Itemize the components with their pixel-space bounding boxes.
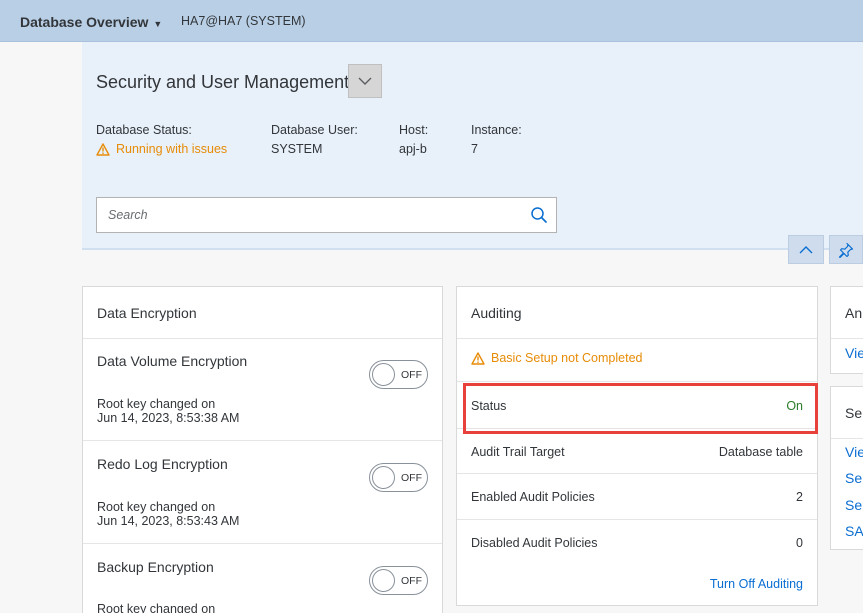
audit-trail-target-row: Audit Trail Target Database table — [457, 429, 817, 475]
divider — [457, 338, 817, 339]
attr-label: Instance: — [471, 123, 522, 137]
note-date: Jun 14, 2023, 8:53:38 AM — [97, 411, 240, 425]
toggle-label: OFF — [401, 472, 422, 484]
card-link[interactable]: SA — [845, 523, 863, 539]
divider — [831, 338, 863, 339]
status-value: Running with issues — [96, 142, 227, 156]
card-title: An — [845, 305, 863, 321]
note-line: Root key changed on — [97, 602, 216, 613]
card-link[interactable]: Se — [845, 497, 862, 513]
auditing-warning: Basic Setup not Completed — [471, 351, 642, 365]
attr-instance: Instance: 7 — [471, 123, 522, 156]
encryption-name: Backup Encryption — [97, 559, 214, 575]
divider — [457, 381, 817, 382]
card-title: Se — [845, 405, 863, 421]
attr-value: SYSTEM — [271, 142, 323, 156]
divider — [831, 438, 863, 439]
warning-icon — [96, 142, 110, 156]
card-link[interactable]: Vie — [845, 444, 863, 460]
row-value: 0 — [796, 536, 803, 550]
auditing-card: Auditing Basic Setup not Completed Statu… — [456, 286, 818, 606]
encryption-note: Root key changed on — [97, 602, 215, 613]
caret-down-icon: ▼ — [153, 19, 163, 29]
divider — [83, 543, 442, 544]
attr-label: Database Status: — [96, 123, 192, 137]
row-label: Audit Trail Target — [471, 445, 565, 459]
turn-off-auditing-link[interactable]: Turn Off Auditing — [710, 577, 803, 591]
shell-bar: Database Overview ▼ HA7@HA7 (SYSTEM) — [0, 0, 863, 42]
warning-icon — [471, 351, 485, 365]
title-dropdown-button[interactable] — [348, 64, 382, 98]
card-link[interactable]: Se — [845, 470, 862, 486]
toggle-label: OFF — [401, 575, 422, 587]
row-label: Enabled Audit Policies — [471, 490, 595, 504]
app-title-menu[interactable]: Database Overview ▼ — [20, 14, 162, 30]
row-value: Database table — [718, 445, 803, 459]
encryption-note: Root key changed on Jun 14, 2023, 8:53:4… — [97, 500, 239, 528]
attr-value: 7 — [471, 142, 478, 156]
pin-header-button[interactable] — [829, 235, 863, 264]
attr-value: apj-b — [399, 142, 427, 156]
toggle-knob — [372, 466, 395, 489]
fourth-card: Se Vie Se Se SA — [830, 386, 863, 550]
attr-database-status: Database Status: Running with issues — [96, 123, 227, 156]
encryption-note: Root key changed on Jun 14, 2023, 8:53:3… — [97, 397, 239, 425]
data-encryption-card: Data Encryption Data Volume Encryption O… — [82, 286, 443, 613]
attr-label: Host: — [399, 123, 429, 137]
divider — [83, 338, 442, 339]
warning-text: Basic Setup not Completed — [491, 351, 643, 365]
card-title: Auditing — [471, 305, 522, 321]
note-date: Jun 14, 2023, 8:53:43 AM — [97, 514, 240, 528]
attr-host: Host: apj-b — [399, 123, 428, 156]
row-label: Disabled Audit Policies — [471, 536, 598, 550]
highlight-box — [463, 383, 818, 434]
pin-icon — [838, 242, 854, 258]
encryption-name: Data Volume Encryption — [97, 353, 248, 369]
note-line: Root key changed on — [97, 500, 216, 514]
attr-label: Database User: — [271, 123, 358, 137]
toggle-knob — [372, 363, 395, 386]
card-link[interactable]: Vie — [845, 345, 863, 361]
toggle-knob — [372, 569, 395, 592]
system-label: HA7@HA7 (SYSTEM) — [181, 14, 306, 28]
backup-encryption-toggle[interactable]: OFF — [369, 566, 428, 595]
attr-database-user: Database User: SYSTEM — [271, 123, 358, 156]
chevron-up-icon — [799, 245, 813, 253]
divider — [83, 440, 442, 441]
redo-log-encryption-toggle[interactable]: OFF — [369, 463, 428, 492]
collapse-header-button[interactable] — [788, 235, 824, 264]
third-card: An Vie — [830, 286, 863, 374]
row-value: 2 — [796, 490, 803, 504]
status-text: Running with issues — [116, 142, 228, 156]
search-field — [96, 197, 557, 233]
disabled-policies-row: Disabled Audit Policies 0 — [457, 520, 817, 566]
search-input[interactable] — [97, 198, 517, 232]
toggle-label: OFF — [401, 369, 422, 381]
chevron-down-icon — [358, 77, 372, 85]
app-title: Database Overview — [20, 14, 149, 30]
page-title: Security and User Management — [96, 72, 350, 92]
search-icon[interactable] — [530, 206, 548, 224]
data-volume-encryption-toggle[interactable]: OFF — [369, 360, 428, 389]
note-line: Root key changed on — [97, 397, 216, 411]
enabled-policies-row: Enabled Audit Policies 2 — [457, 474, 817, 520]
encryption-name: Redo Log Encryption — [97, 456, 228, 472]
page-header: Security and User Management Database St… — [82, 42, 863, 250]
card-title: Data Encryption — [97, 305, 197, 321]
